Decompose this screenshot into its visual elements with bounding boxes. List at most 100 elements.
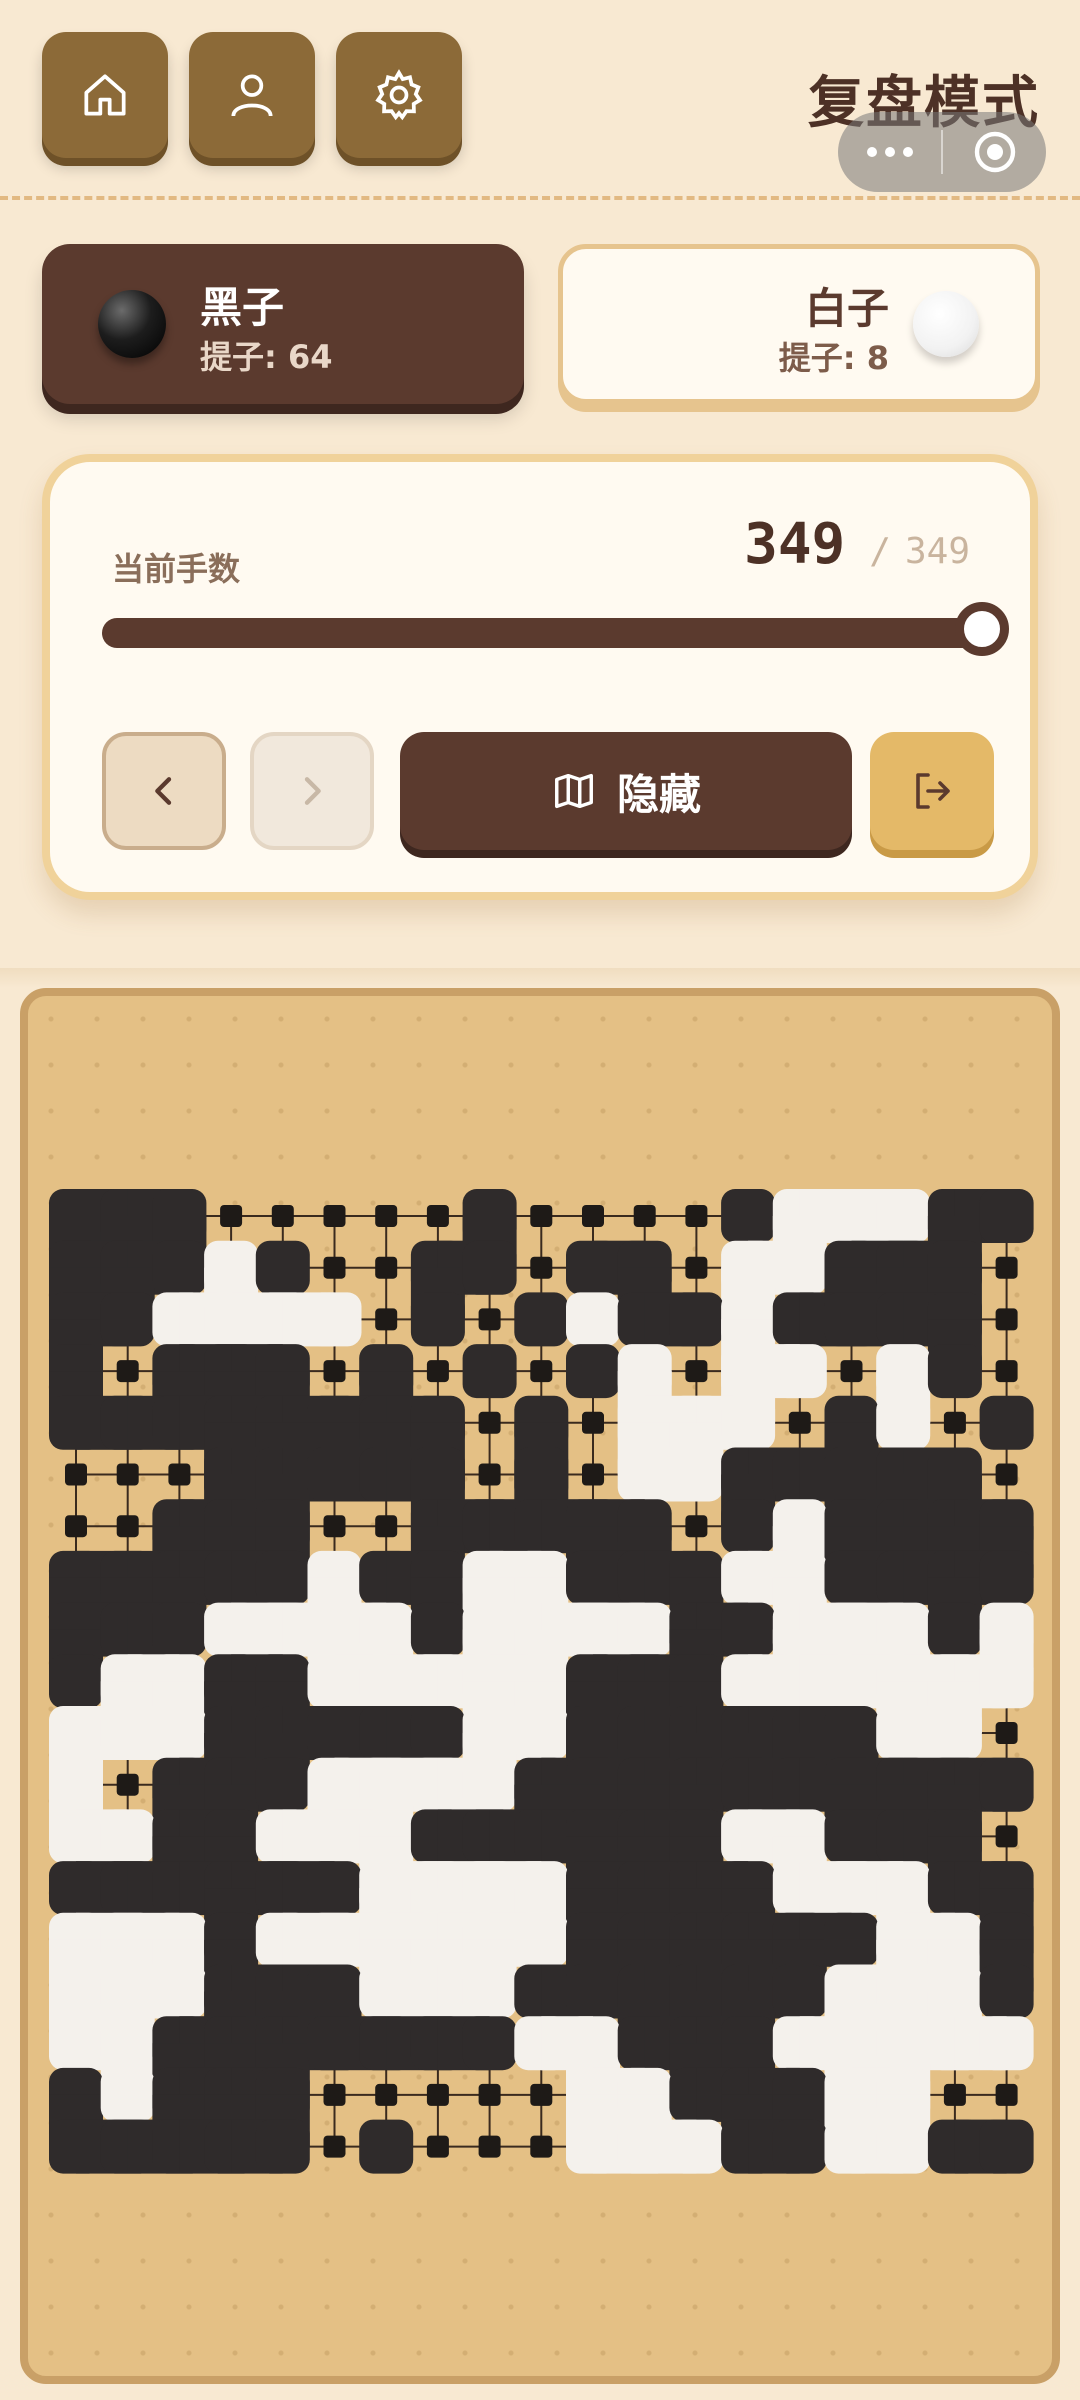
black-stone-icon (98, 290, 166, 358)
empty-point-marker[interactable] (478, 1411, 501, 1434)
empty-point-marker[interactable] (426, 2135, 449, 2158)
empty-point-marker[interactable] (323, 2135, 346, 2158)
map-icon (555, 773, 593, 809)
profile-button[interactable] (189, 32, 315, 158)
empty-point-marker[interactable] (375, 1205, 398, 1227)
top-bar: 复盘模式 (0, 0, 1080, 200)
empty-point-marker[interactable] (530, 1360, 553, 1383)
next-move-button[interactable] (250, 732, 374, 850)
empty-point-marker[interactable] (426, 1205, 449, 1227)
empty-point-marker[interactable] (840, 1360, 863, 1383)
empty-point-marker[interactable] (323, 1205, 346, 1227)
white-stone (566, 1292, 620, 1347)
white-stone (979, 1654, 1034, 1709)
black-stone (927, 1602, 982, 1657)
empty-point-marker[interactable] (478, 1463, 501, 1486)
empty-point-marker[interactable] (65, 1515, 87, 1538)
white-player-card: 白子 提子: 8 (558, 244, 1040, 404)
gear-icon (375, 69, 423, 121)
empty-point-marker[interactable] (323, 1360, 346, 1383)
empty-point-marker[interactable] (116, 1360, 139, 1383)
white-stone (772, 1240, 827, 1295)
black-stone (359, 2119, 414, 2174)
black-stone (255, 2119, 310, 2174)
empty-point-marker[interactable] (426, 1360, 449, 1383)
total-moves: 349 (904, 531, 970, 572)
settings-button[interactable] (336, 32, 462, 158)
white-stone (927, 1706, 982, 1760)
empty-point-marker[interactable] (582, 1205, 604, 1227)
empty-point-marker[interactable] (943, 2083, 966, 2106)
black-stone (152, 1602, 207, 1657)
black-stone (979, 1964, 1034, 2019)
header-divider (0, 196, 1080, 200)
move-slider-track[interactable] (102, 618, 982, 648)
board-grid[interactable] (20, 988, 1060, 2384)
white-stone (669, 2119, 724, 2174)
empty-point-marker[interactable] (582, 1411, 604, 1434)
home-button[interactable] (42, 32, 168, 158)
black-player-card: 黑子 提子: 64 (42, 244, 524, 404)
empty-point-marker[interactable] (375, 1256, 398, 1279)
white-stone (100, 1809, 155, 1864)
empty-point-marker[interactable] (943, 1411, 966, 1434)
empty-point-marker[interactable] (995, 1463, 1018, 1486)
empty-point-marker[interactable] (271, 1205, 294, 1227)
empty-point-marker[interactable] (220, 1205, 243, 1227)
home-icon (84, 74, 126, 116)
toggle-hide-button[interactable]: 隐藏 (400, 732, 852, 850)
empty-point-marker[interactable] (116, 1773, 139, 1796)
empty-point-marker[interactable] (116, 1463, 139, 1486)
empty-point-marker[interactable] (582, 1463, 604, 1486)
white-stone (617, 1602, 672, 1657)
empty-point-marker[interactable] (995, 1722, 1018, 1744)
empty-point-marker[interactable] (995, 2083, 1018, 2106)
empty-point-marker[interactable] (633, 1205, 656, 1227)
empty-point-marker[interactable] (995, 1825, 1018, 1848)
empty-point-marker[interactable] (685, 1360, 708, 1383)
empty-point-marker[interactable] (375, 1515, 398, 1538)
black-stone (721, 1499, 776, 1554)
user-icon (231, 74, 273, 117)
more-button[interactable] (838, 147, 941, 157)
black-stone (979, 1757, 1034, 1812)
empty-point-marker[interactable] (685, 1256, 708, 1279)
empty-point-marker[interactable] (168, 1463, 191, 1486)
empty-point-marker[interactable] (65, 1463, 87, 1486)
empty-point-marker[interactable] (478, 2083, 501, 2106)
empty-point-marker[interactable] (478, 2135, 501, 2158)
black-stone (979, 2119, 1034, 2174)
empty-point-marker[interactable] (375, 2083, 398, 2106)
empty-point-marker[interactable] (323, 2083, 346, 2106)
empty-point-marker[interactable] (995, 1308, 1018, 1331)
empty-point-marker[interactable] (685, 1205, 708, 1227)
white-stone (979, 2016, 1034, 2071)
move-slider-thumb[interactable] (955, 602, 1009, 656)
exit-replay-button[interactable] (870, 732, 994, 850)
empty-point-marker[interactable] (116, 1515, 139, 1538)
empty-point-marker[interactable] (530, 1256, 553, 1279)
empty-point-marker[interactable] (478, 1308, 501, 1331)
empty-point-marker[interactable] (995, 1256, 1018, 1279)
empty-point-marker[interactable] (530, 2083, 553, 2106)
white-stone (876, 1189, 931, 1243)
current-move: 349 (744, 512, 846, 577)
close-button[interactable] (943, 128, 1046, 176)
empty-point-marker[interactable] (375, 1308, 398, 1331)
prev-move-button[interactable] (102, 732, 226, 850)
empty-point-marker[interactable] (426, 2083, 449, 2106)
empty-point-marker[interactable] (788, 1411, 811, 1434)
move-counter: 349 / 349 (744, 512, 970, 577)
black-stone (307, 1861, 362, 1916)
white-stone (514, 1912, 569, 1967)
empty-point-marker[interactable] (323, 1256, 346, 1279)
empty-point-marker[interactable] (530, 2135, 553, 2158)
empty-point-marker[interactable] (323, 1515, 346, 1538)
black-stone (462, 2016, 517, 2071)
black-stone (462, 1344, 517, 1399)
move-separator: / (869, 531, 891, 572)
empty-point-marker[interactable] (530, 1205, 553, 1227)
empty-point-marker[interactable] (685, 1515, 708, 1538)
empty-point-marker[interactable] (995, 1360, 1018, 1383)
black-stone (410, 1292, 465, 1347)
